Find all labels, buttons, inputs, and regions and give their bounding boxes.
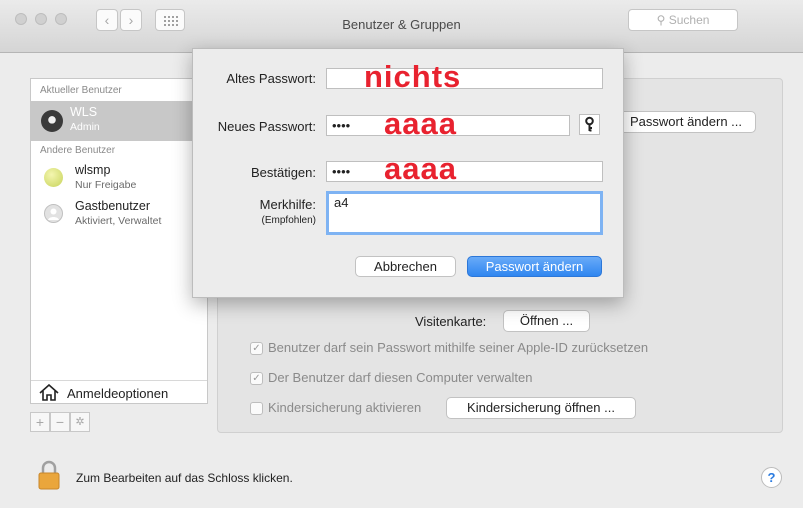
confirm-password-field[interactable]: •••• bbox=[326, 161, 603, 182]
user-avatar bbox=[44, 168, 63, 187]
admin-checkbox[interactable]: ✓ bbox=[250, 372, 263, 385]
parental-controls-checkbox[interactable] bbox=[250, 402, 263, 415]
apple-id-reset-label: Benutzer darf sein Passwort mithilfe sei… bbox=[268, 340, 649, 355]
confirm-change-password-button[interactable]: Passwort ändern bbox=[467, 256, 602, 277]
login-options-label: Anmeldeoptionen bbox=[67, 386, 169, 401]
guest-avatar-icon bbox=[44, 204, 63, 223]
gear-icon[interactable]: ✲ bbox=[70, 412, 90, 432]
user-name: Gastbenutzer bbox=[75, 199, 151, 213]
user-name: wlsmp bbox=[75, 163, 111, 177]
login-options-item[interactable]: Anmeldeoptionen bbox=[31, 380, 207, 405]
user-role: Aktiviert, Verwaltet bbox=[75, 215, 162, 227]
admin-label: Der Benutzer darf diesen Computer verwal… bbox=[268, 370, 533, 385]
parental-controls-label: Kindersicherung aktivieren bbox=[268, 400, 422, 415]
house-icon bbox=[39, 383, 59, 404]
title-bar: ‹ › Benutzer & Gruppen ⚲ Suchen bbox=[0, 0, 803, 53]
user-avatar bbox=[41, 110, 63, 132]
open-contact-button[interactable]: Öffnen ... bbox=[503, 310, 590, 332]
hint-recommended-label: (Empfohlen) bbox=[261, 215, 316, 226]
hint-label: Merkhilfe: bbox=[259, 197, 316, 212]
add-user-button[interactable]: + bbox=[30, 412, 50, 432]
user-list: Aktueller Benutzer WLS Admin Andere Benu… bbox=[30, 78, 208, 404]
user-role: Nur Freigabe bbox=[75, 179, 137, 191]
current-user-header: Aktueller Benutzer bbox=[40, 85, 122, 96]
sidebar-toolbar: + − ✲ bbox=[30, 412, 110, 432]
remove-user-button[interactable]: − bbox=[50, 412, 70, 432]
user-row-wls[interactable]: WLS Admin bbox=[31, 101, 207, 141]
apple-id-reset-checkbox[interactable]: ✓ bbox=[250, 342, 263, 355]
user-role: Admin bbox=[70, 121, 100, 133]
lock-icon[interactable] bbox=[38, 460, 60, 493]
cancel-button[interactable]: Abbrechen bbox=[355, 256, 456, 277]
change-password-sheet: Altes Passwort: Neues Passwort: •••• Bes… bbox=[192, 48, 624, 298]
change-password-button[interactable]: Passwort ändern ... bbox=[616, 111, 756, 133]
new-password-label: Neues Passwort: bbox=[217, 119, 316, 134]
annotation-old-password: nichts bbox=[364, 59, 462, 94]
search-icon: ⚲ bbox=[656, 13, 666, 27]
password-assistant-button[interactable] bbox=[579, 114, 600, 135]
annotation-confirm-password: aaaa bbox=[384, 151, 457, 186]
search-placeholder: Suchen bbox=[668, 13, 710, 27]
open-parental-controls-button[interactable]: Kindersicherung öffnen ... bbox=[446, 397, 636, 419]
help-button[interactable]: ? bbox=[761, 467, 782, 488]
lock-hint-text: Zum Bearbeiten auf das Schloss klicken. bbox=[76, 471, 293, 485]
contact-card-label: Visitenkarte: bbox=[415, 314, 487, 329]
search-field[interactable]: ⚲ Suchen bbox=[628, 9, 738, 31]
user-name: WLS bbox=[70, 105, 98, 119]
confirm-password-label: Bestätigen: bbox=[250, 165, 316, 180]
old-password-label: Altes Passwort: bbox=[226, 71, 316, 86]
hint-field[interactable]: a4 bbox=[326, 191, 603, 235]
annotation-new-password: aaaa bbox=[384, 106, 457, 141]
key-icon bbox=[580, 116, 599, 137]
other-users-header: Andere Benutzer bbox=[40, 145, 116, 156]
